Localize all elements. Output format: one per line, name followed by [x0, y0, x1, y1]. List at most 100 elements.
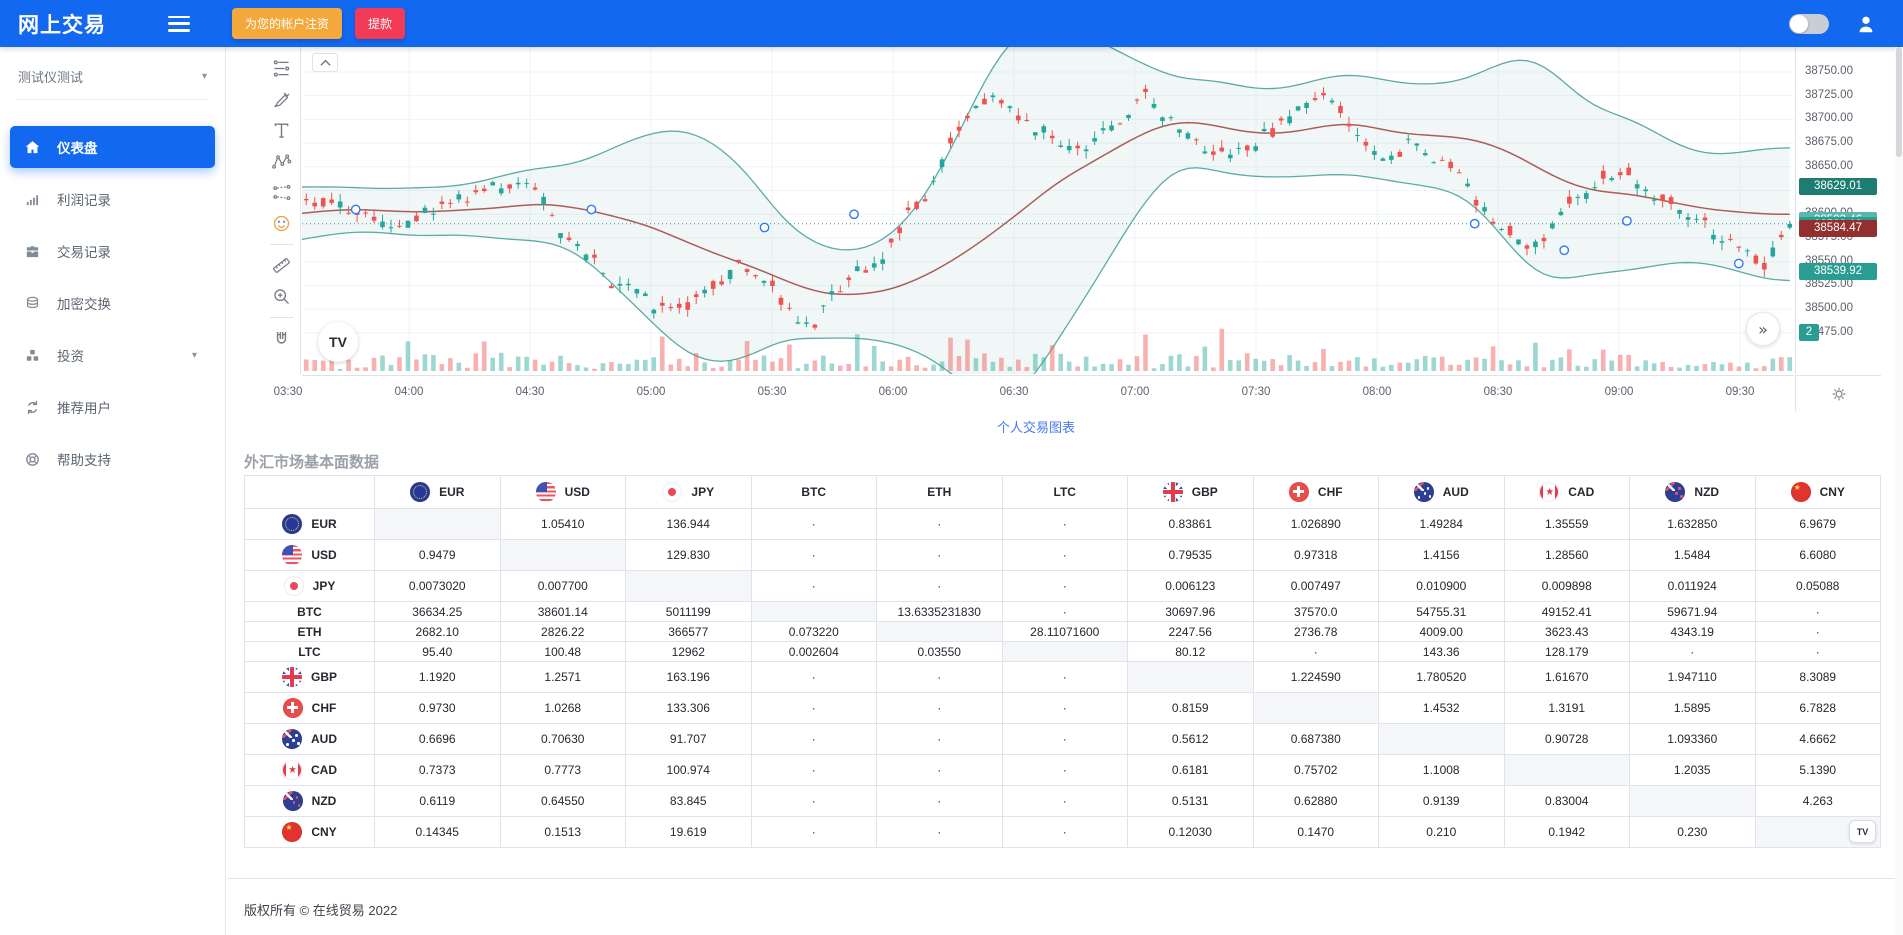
table-cell: · — [877, 662, 1003, 693]
row-label-gbp: GBP — [245, 662, 375, 693]
table-cell: 37570.0 — [1253, 602, 1379, 622]
scroll-right-button[interactable]: » — [1746, 312, 1780, 346]
price-tick: 38725.00 — [1805, 89, 1853, 101]
table-cell: 1.0268 — [500, 693, 626, 724]
table-cell: 0.6696 — [375, 724, 501, 755]
corner-cell — [245, 476, 375, 509]
footer: 版权所有 © 在线贸易 2022 — [227, 878, 1903, 919]
theme-toggle[interactable] — [1789, 14, 1829, 34]
table-cell — [877, 622, 1003, 642]
ruler-tool-icon[interactable] — [267, 250, 297, 280]
table-cell: 0.79535 — [1128, 540, 1254, 571]
sidebar-item-crypto-exchange[interactable]: 加密交换 — [0, 282, 215, 324]
table-cell: 1.026890 — [1253, 509, 1379, 540]
zoom-in-tool-icon[interactable] — [267, 281, 297, 311]
brush-tool-icon[interactable] — [267, 84, 297, 114]
table-cell: 1.1008 — [1379, 755, 1505, 786]
row-label-content: CHF — [283, 698, 337, 718]
price-tick: 38500.00 — [1805, 302, 1853, 314]
table-cell: · — [877, 693, 1003, 724]
currency-code: ETH — [927, 485, 951, 499]
column-header-gbp: GBP — [1128, 476, 1254, 509]
chart-drawing-toolbar — [263, 47, 301, 374]
table-cell: 0.0073020 — [375, 571, 501, 602]
pattern-tool-icon[interactable] — [267, 146, 297, 176]
personal-chart-link[interactable]: 个人交易图表 — [997, 420, 1075, 435]
table-cell: · — [1002, 602, 1128, 622]
scrollbar-thumb[interactable] — [1896, 47, 1902, 157]
sidebar-item-invest[interactable]: 投资 ▾ — [0, 334, 215, 376]
table-cell: · — [877, 540, 1003, 571]
tester-dropdown[interactable]: 测试仪测试 ▾ — [16, 55, 209, 100]
header-cell-content: CNY — [1791, 482, 1845, 502]
table-cell: 1.3191 — [1504, 693, 1630, 724]
forecast-tool-icon[interactable] — [267, 177, 297, 207]
table-cell: · — [1002, 755, 1128, 786]
table-cell: 6.7828 — [1755, 693, 1881, 724]
currency-code: NZD — [312, 794, 337, 808]
tradingview-attribution-badge[interactable]: TV — [1849, 820, 1876, 843]
fund-account-button[interactable]: 为您的帐户注资 — [232, 8, 342, 39]
sidebar-item-help-support[interactable]: 帮助支持 — [0, 438, 215, 480]
sidebar-item-trade-records[interactable]: 交易记录 — [0, 230, 215, 272]
time-tick: 04:30 — [516, 386, 545, 398]
currency-code: LTC — [1054, 485, 1076, 499]
withdraw-button[interactable]: 提款 — [355, 8, 405, 39]
table-cell: · — [1002, 571, 1128, 602]
text-tool-icon[interactable] — [267, 115, 297, 145]
currency-code: USD — [311, 548, 336, 562]
flag-eur-icon — [410, 482, 430, 502]
table-row-eth: ETH2682.102826.223665770.07322028.110716… — [245, 622, 1881, 642]
user-avatar-icon[interactable] — [1855, 13, 1877, 35]
collapse-toolbar-button[interactable] — [312, 53, 338, 72]
sidebar-item-label: 帮助支持 — [57, 449, 111, 469]
sidebar-item-label: 推荐用户 — [57, 397, 111, 417]
currency-code: GBP — [1192, 485, 1218, 499]
row-label-content: BTC — [297, 605, 322, 619]
trend-line-tool-icon[interactable] — [267, 53, 297, 83]
table-cell: 0.6181 — [1128, 755, 1254, 786]
toggle-knob — [1790, 15, 1808, 33]
sidebar-item-referrals[interactable]: 推荐用户 — [0, 386, 215, 428]
hamburger-menu-icon[interactable] — [168, 16, 190, 32]
time-tick: 05:30 — [758, 386, 787, 398]
time-tick: 07:30 — [1242, 386, 1271, 398]
currency-code: GBP — [311, 670, 337, 684]
table-cell: · — [1253, 642, 1379, 662]
table-row-aud: AUD0.66960.7063091.707···0.56120.6873800… — [245, 724, 1881, 755]
row-label-btc: BTC — [245, 602, 375, 622]
briefcase-icon — [24, 243, 41, 260]
flag-usd-icon — [282, 545, 302, 565]
sidebar-item-dashboard[interactable]: 仪表盘 — [10, 126, 215, 168]
row-label-content: AUD — [282, 729, 337, 749]
chart-settings-corner[interactable] — [1795, 375, 1881, 411]
time-tick: 06:00 — [879, 386, 908, 398]
table-cell: 0.5131 — [1128, 786, 1254, 817]
table-cell: 1.947110 — [1630, 662, 1756, 693]
life-ring-icon — [24, 451, 41, 468]
time-axis[interactable]: 03:3004:0004:3005:0005:3006:0006:3007:00… — [302, 375, 1794, 411]
sidebar-item-profit-records[interactable]: 利润记录 — [0, 178, 215, 220]
price-badge: 38539.92 — [1799, 263, 1877, 280]
flag-nzd-icon — [1665, 482, 1685, 502]
currency-code: AUD — [311, 732, 337, 746]
magnet-tool-icon[interactable] — [267, 323, 297, 353]
table-row-chf: CHF0.97301.0268133.306···0.81591.45321.3… — [245, 693, 1881, 724]
header-cell-content: JPY — [662, 482, 714, 502]
gear-icon — [1831, 386, 1847, 402]
sidebar: 测试仪测试 ▾ 仪表盘 利润记录 交易记录 加密交换 投资 ▾ 推荐用户 — [0, 47, 226, 935]
row-label-content: NZD — [283, 791, 337, 811]
candlestick-chart-canvas[interactable]: TV » — [302, 47, 1794, 374]
table-row-eur: EUR1.05410136.944···0.838611.0268901.492… — [245, 509, 1881, 540]
table-row-btc: BTC36634.2538601.14501119913.6335231830·… — [245, 602, 1881, 622]
tradingview-logo[interactable]: TV — [318, 322, 358, 362]
price-axis[interactable]: 38750.0038725.0038700.0038675.0038650.00… — [1795, 47, 1881, 374]
table-cell: 0.009898 — [1504, 571, 1630, 602]
table-cell — [1002, 642, 1128, 662]
column-header-btc: BTC — [751, 476, 877, 509]
table-cell: · — [1630, 642, 1756, 662]
currency-code: CNY — [1820, 485, 1845, 499]
flag-cad-icon — [1539, 482, 1559, 502]
emoji-tool-icon[interactable] — [267, 208, 297, 238]
row-label-content: LTC — [298, 645, 320, 659]
